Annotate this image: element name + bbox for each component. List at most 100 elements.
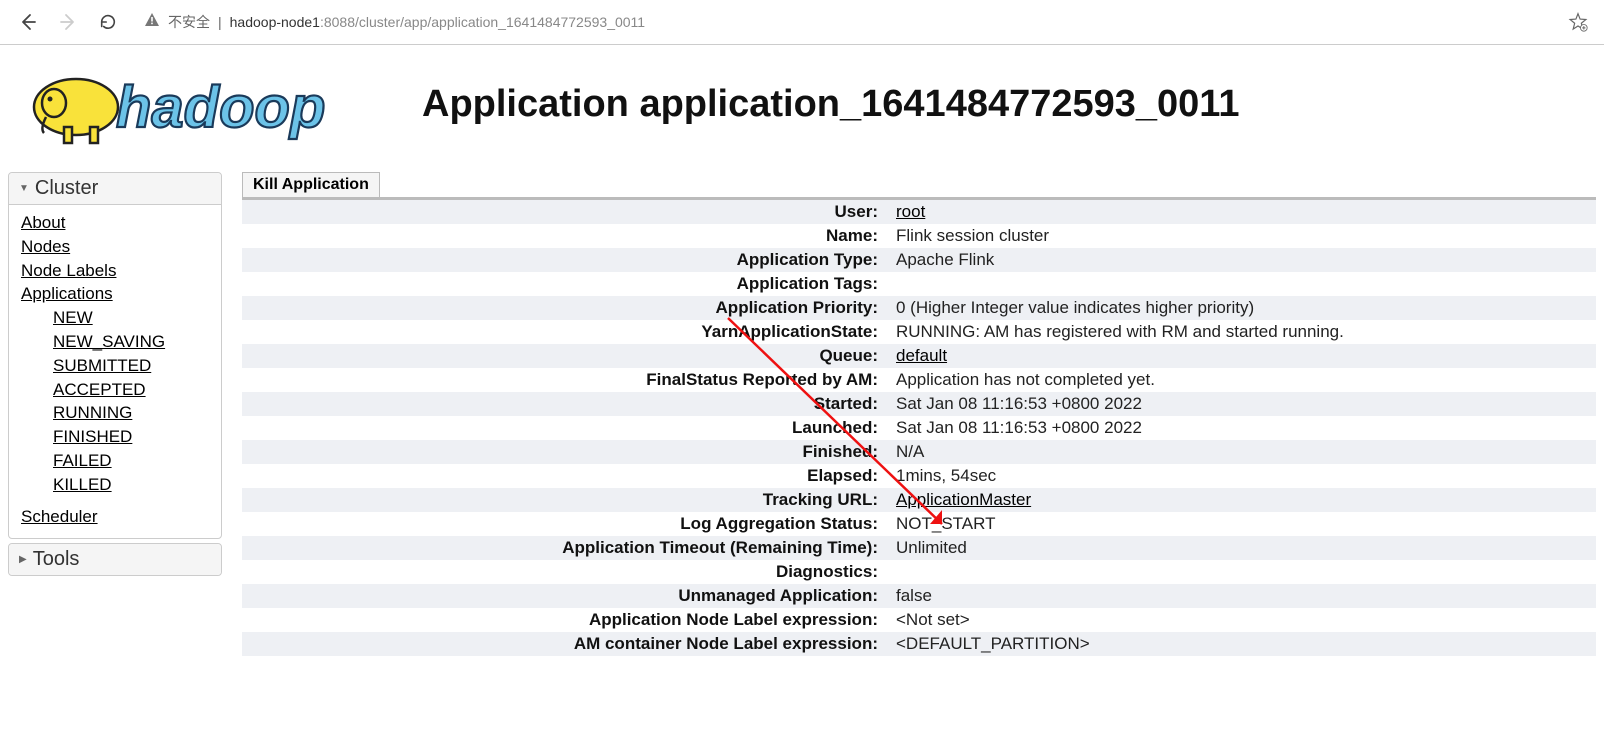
row-value: false: [890, 584, 1596, 608]
sidebar-item-scheduler[interactable]: Scheduler: [21, 505, 209, 529]
row-value: 0 (Higher Integer value indicates higher…: [890, 296, 1596, 320]
sidebar-cluster-header[interactable]: ▼Cluster: [9, 173, 221, 205]
row-value: default: [890, 344, 1596, 368]
row-label: YarnApplicationState:: [242, 320, 890, 344]
sidebar-cluster-section: ▼Cluster About Nodes Node Labels Applica…: [8, 172, 222, 539]
back-button[interactable]: [12, 6, 44, 38]
hadoop-logo: hadoop: [12, 53, 372, 156]
row-value: Unlimited: [890, 536, 1596, 560]
row-label: Application Tags:: [242, 272, 890, 296]
application-details-table: User:rootName:Flink session clusterAppli…: [242, 197, 1596, 656]
sidebar-item-app-running[interactable]: RUNNING: [53, 401, 209, 425]
table-row: Queue: default: [242, 344, 1596, 368]
sidebar-item-app-new-saving[interactable]: NEW_SAVING: [53, 330, 209, 354]
sidebar-item-app-failed[interactable]: FAILED: [53, 449, 209, 473]
table-row: YarnApplicationState:RUNNING: AM has reg…: [242, 320, 1596, 344]
arrow-right-icon: [58, 12, 78, 32]
row-label: AM container Node Label expression:: [242, 632, 890, 656]
row-value-link[interactable]: root: [896, 202, 925, 221]
favorite-button[interactable]: [1564, 8, 1592, 36]
row-value-link[interactable]: ApplicationMaster: [896, 490, 1031, 509]
url-text: hadoop-node1:8088/cluster/app/applicatio…: [230, 14, 645, 30]
row-label: Finished:: [242, 440, 890, 464]
sidebar-item-app-new[interactable]: NEW: [53, 306, 209, 330]
sidebar-tools-section: ▶Tools: [8, 543, 222, 576]
row-value: Sat Jan 08 11:16:53 +0800 2022: [890, 392, 1596, 416]
row-label: Launched:: [242, 416, 890, 440]
row-value: <Not set>: [890, 608, 1596, 632]
row-label: User:: [242, 199, 890, 225]
browser-toolbar: 不安全 | hadoop-node1:8088/cluster/app/appl…: [0, 0, 1604, 45]
row-label: Application Timeout (Remaining Time):: [242, 536, 890, 560]
page-title: Application application_1641484772593_00…: [422, 83, 1592, 126]
table-row: Launched:Sat Jan 08 11:16:53 +0800 2022: [242, 416, 1596, 440]
sidebar-item-app-accepted[interactable]: ACCEPTED: [53, 378, 209, 402]
row-value: Application has not completed yet.: [890, 368, 1596, 392]
address-bar[interactable]: 不安全 | hadoop-node1:8088/cluster/app/appl…: [132, 8, 1556, 37]
insecure-icon: [144, 12, 160, 33]
table-row: Elapsed:1mins, 54sec: [242, 464, 1596, 488]
table-row: User: root: [242, 199, 1596, 225]
arrow-left-icon: [18, 12, 38, 32]
row-value: Apache Flink: [890, 248, 1596, 272]
row-label: Elapsed:: [242, 464, 890, 488]
row-label: Application Node Label expression:: [242, 608, 890, 632]
row-label: FinalStatus Reported by AM:: [242, 368, 890, 392]
sidebar-item-app-finished[interactable]: FINISHED: [53, 425, 209, 449]
table-row: Application Timeout (Remaining Time):Unl…: [242, 536, 1596, 560]
sidebar-item-nodes[interactable]: Nodes: [21, 235, 209, 259]
sidebar: ▼Cluster About Nodes Node Labels Applica…: [8, 172, 222, 656]
row-value: ApplicationMaster: [890, 488, 1596, 512]
security-label: 不安全: [168, 12, 210, 32]
table-row: Application Type:Apache Flink: [242, 248, 1596, 272]
triangle-right-icon: ▶: [19, 554, 27, 565]
row-label: Tracking URL:: [242, 488, 890, 512]
separator: |: [218, 14, 222, 30]
row-label: Name:: [242, 224, 890, 248]
table-row: Name:Flink session cluster: [242, 224, 1596, 248]
row-label: Unmanaged Application:: [242, 584, 890, 608]
row-label: Queue:: [242, 344, 890, 368]
table-row: Tracking URL: ApplicationMaster: [242, 488, 1596, 512]
row-value: Flink session cluster: [890, 224, 1596, 248]
forward-button[interactable]: [52, 6, 84, 38]
content-area: Kill Application User: root Name:Flink ses…: [242, 172, 1596, 656]
kill-application-button[interactable]: Kill Application: [242, 172, 380, 197]
table-row: Diagnostics:: [242, 560, 1596, 584]
table-row: FinalStatus Reported by AM:Application h…: [242, 368, 1596, 392]
row-label: Log Aggregation Status:: [242, 512, 890, 536]
row-value: root: [890, 199, 1596, 225]
table-row: Unmanaged Application:false: [242, 584, 1596, 608]
svg-text:hadoop: hadoop: [116, 75, 325, 140]
reload-icon: [99, 13, 117, 31]
row-value: RUNNING: AM has registered with RM and s…: [890, 320, 1596, 344]
table-row: Started:Sat Jan 08 11:16:53 +0800 2022: [242, 392, 1596, 416]
page-header: hadoop Application application_164148477…: [0, 45, 1604, 164]
row-value: <DEFAULT_PARTITION>: [890, 632, 1596, 656]
row-label: Application Type:: [242, 248, 890, 272]
table-row: Finished:N/A: [242, 440, 1596, 464]
row-value: 1mins, 54sec: [890, 464, 1596, 488]
sidebar-item-applications[interactable]: Applications: [21, 282, 209, 306]
triangle-down-icon: ▼: [19, 183, 29, 194]
row-value: N/A: [890, 440, 1596, 464]
table-row: Application Tags:: [242, 272, 1596, 296]
sidebar-item-about[interactable]: About: [21, 211, 209, 235]
row-value: NOT_START: [890, 512, 1596, 536]
table-row: Log Aggregation Status:NOT_START: [242, 512, 1596, 536]
sidebar-item-app-submitted[interactable]: SUBMITTED: [53, 354, 209, 378]
row-value: [890, 560, 1596, 584]
row-label: Application Priority:: [242, 296, 890, 320]
row-value-link[interactable]: default: [896, 346, 947, 365]
sidebar-item-app-killed[interactable]: KILLED: [53, 473, 209, 497]
table-row: Application Priority:0 (Higher Integer v…: [242, 296, 1596, 320]
star-plus-icon: [1568, 12, 1588, 32]
table-row: Application Node Label expression:<Not s…: [242, 608, 1596, 632]
table-row: AM container Node Label expression:<DEFA…: [242, 632, 1596, 656]
sidebar-item-node-labels[interactable]: Node Labels: [21, 259, 209, 283]
row-value: Sat Jan 08 11:16:53 +0800 2022: [890, 416, 1596, 440]
reload-button[interactable]: [92, 6, 124, 38]
sidebar-tools-header[interactable]: ▶Tools: [9, 544, 221, 575]
row-value: [890, 272, 1596, 296]
row-label: Started:: [242, 392, 890, 416]
